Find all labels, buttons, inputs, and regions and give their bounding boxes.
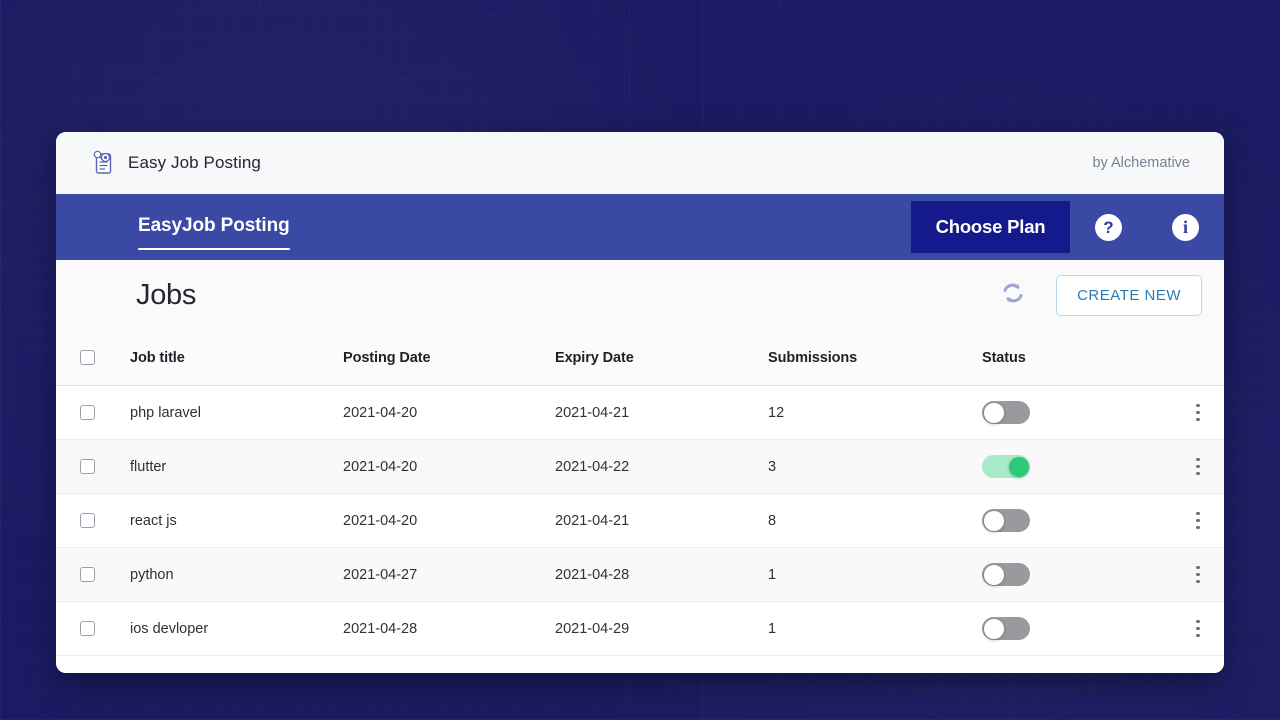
cell-posting-date: 2021-04-20 [343, 512, 418, 529]
window-titlebar: Easy Job Posting by Alchemative [56, 132, 1224, 194]
cell-job-title: flutter [130, 458, 167, 475]
cell-expiry-date: 2021-04-22 [555, 458, 630, 475]
table-row[interactable]: react js 2021-04-20 2021-04-21 8 [56, 494, 1224, 548]
app-title: Easy Job Posting [128, 153, 261, 172]
choose-plan-button[interactable]: Choose Plan [911, 201, 1070, 253]
cell-expiry-date: 2021-04-29 [555, 620, 630, 637]
column-header-submissions: Submissions [768, 349, 858, 366]
table-header-row: Job title Posting Date Expiry Date Submi… [56, 330, 1224, 386]
cell-expiry-date: 2021-04-21 [555, 512, 630, 529]
select-all-cell [56, 350, 130, 365]
cell-row-actions [1172, 614, 1224, 644]
row-menu-icon[interactable] [1186, 452, 1210, 482]
cell-job-title: react js [130, 512, 177, 529]
page-header-actions: CREATE NEW [998, 274, 1202, 316]
cell-job-title: python [130, 566, 174, 583]
column-header-expiry-date: Expiry Date [555, 349, 634, 366]
vendor-byline: by Alchemative [1092, 155, 1190, 171]
app-window: Easy Job Posting by Alchemative EasyJob … [56, 132, 1224, 673]
column-header-job-title: Job title [130, 349, 185, 366]
row-select-checkbox[interactable] [80, 405, 95, 420]
cell-status [982, 455, 1172, 478]
row-select-checkbox[interactable] [80, 513, 95, 528]
table-row[interactable]: python 2021-04-27 2021-04-28 1 [56, 548, 1224, 602]
row-select-checkbox[interactable] [80, 621, 95, 636]
status-toggle-knob [983, 564, 1004, 585]
status-toggle-knob [983, 510, 1004, 531]
cell-status [982, 401, 1172, 424]
refresh-icon [999, 279, 1027, 312]
tab-easyjob-posting[interactable]: EasyJob Posting [138, 194, 290, 260]
info-icon: i [1172, 213, 1199, 241]
navbar-actions: Choose Plan ? i [911, 194, 1224, 260]
main-navbar: EasyJob Posting Choose Plan ? i [56, 194, 1224, 260]
cell-status [982, 509, 1172, 532]
cell-posting-date: 2021-04-28 [343, 620, 418, 637]
cell-row-actions [1172, 452, 1224, 482]
cell-submissions: 8 [768, 512, 777, 529]
table-row[interactable]: php laravel 2021-04-20 2021-04-21 12 [56, 386, 1224, 440]
refresh-button[interactable] [998, 280, 1028, 310]
row-select-cell [56, 405, 130, 420]
row-select-cell [56, 513, 130, 528]
cell-expiry-date: 2021-04-21 [555, 404, 630, 421]
status-toggle-knob [983, 618, 1004, 639]
cell-row-actions [1172, 506, 1224, 536]
cell-row-actions [1172, 398, 1224, 428]
cell-posting-date: 2021-04-20 [343, 458, 418, 475]
cell-submissions: 12 [768, 404, 785, 421]
table-row[interactable]: flutter 2021-04-20 2021-04-22 3 [56, 440, 1224, 494]
row-menu-icon[interactable] [1186, 560, 1210, 590]
cell-job-title: php laravel [130, 404, 201, 421]
status-toggle-knob [1008, 456, 1029, 477]
table-row[interactable]: ios devloper 2021-04-28 2021-04-29 1 [56, 602, 1224, 656]
job-document-icon [92, 150, 114, 176]
row-select-checkbox[interactable] [80, 567, 95, 582]
status-toggle[interactable] [982, 617, 1030, 640]
page-title: Jobs [136, 278, 197, 311]
cell-row-actions [1172, 560, 1224, 590]
help-icon: ? [1095, 213, 1122, 241]
status-toggle[interactable] [982, 509, 1030, 532]
cell-expiry-date: 2021-04-28 [555, 566, 630, 583]
cell-submissions: 3 [768, 458, 777, 475]
table-body: php laravel 2021-04-20 2021-04-21 12 flutter… [56, 386, 1224, 656]
cell-submissions: 1 [768, 620, 777, 637]
row-select-cell [56, 567, 130, 582]
cell-status [982, 617, 1172, 640]
status-toggle[interactable] [982, 401, 1030, 424]
select-all-checkbox[interactable] [80, 350, 95, 365]
cell-status [982, 563, 1172, 586]
row-menu-icon[interactable] [1186, 506, 1210, 536]
status-toggle-knob [983, 402, 1004, 423]
row-menu-icon[interactable] [1186, 614, 1210, 644]
page-header: Jobs CREATE NEW [56, 260, 1224, 330]
row-select-cell [56, 459, 130, 474]
row-select-cell [56, 621, 130, 636]
cell-submissions: 1 [768, 566, 777, 583]
create-new-button[interactable]: CREATE NEW [1056, 274, 1202, 316]
tab-easyjob-posting-label: EasyJob Posting [138, 214, 290, 236]
info-button[interactable]: i [1147, 194, 1224, 260]
help-button[interactable]: ? [1070, 194, 1147, 260]
column-header-status: Status [982, 349, 1026, 366]
status-toggle[interactable] [982, 455, 1030, 478]
jobs-table: Job title Posting Date Expiry Date Submi… [56, 330, 1224, 673]
column-header-posting-date: Posting Date [343, 349, 431, 366]
status-toggle[interactable] [982, 563, 1030, 586]
row-select-checkbox[interactable] [80, 459, 95, 474]
row-menu-icon[interactable] [1186, 398, 1210, 428]
cell-posting-date: 2021-04-27 [343, 566, 418, 583]
cell-job-title: ios devloper [130, 620, 209, 637]
cell-posting-date: 2021-04-20 [343, 404, 418, 421]
